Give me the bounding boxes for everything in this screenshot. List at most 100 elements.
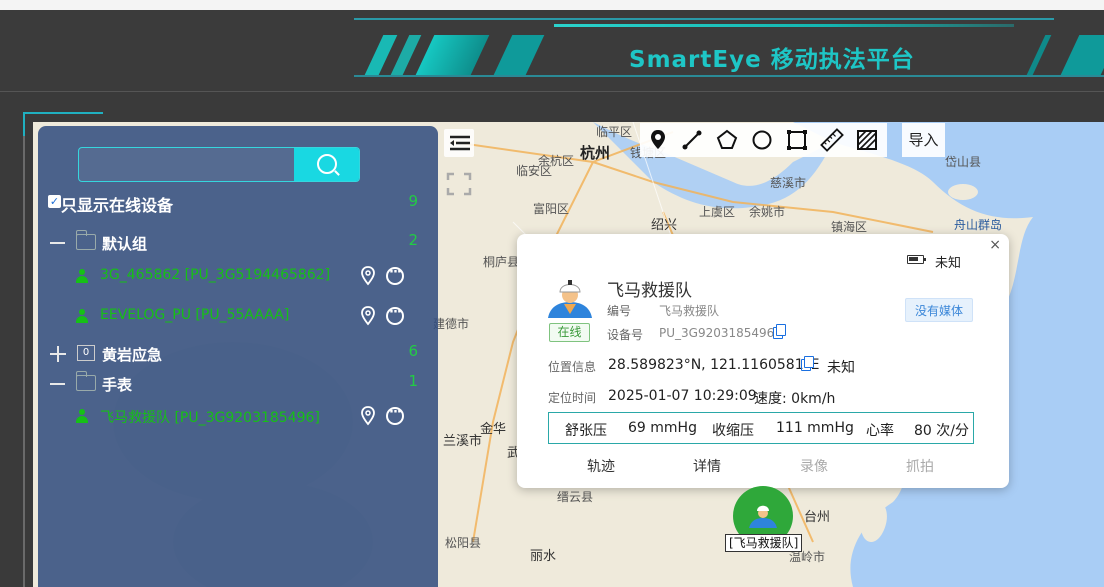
circle-icon[interactable]: [749, 127, 775, 153]
device-row[interactable]: 3G_465862 [PU_3G5194465862]: [38, 265, 438, 289]
time-label: 定位时间: [548, 391, 597, 405]
app-title: SmartEye 移动执法平台: [629, 47, 915, 73]
device-row[interactable]: 飞马救援队 [PU_3G9203185496]: [38, 405, 438, 429]
group-row[interactable]: 手表 1: [38, 371, 438, 396]
diastolic-value: 69 mmHg: [628, 420, 697, 436]
locate-pin-icon[interactable]: [359, 406, 377, 426]
person-icon: [76, 309, 88, 323]
top-strip: [0, 0, 1104, 10]
ruler-icon[interactable]: [819, 127, 845, 153]
online-count: 9: [408, 192, 418, 210]
frame-line: [23, 112, 25, 587]
map-label: 岱山县: [945, 155, 982, 169]
map-label: 丽水: [530, 549, 557, 564]
group-count: 6: [408, 342, 418, 360]
location-label: 位置信息: [548, 360, 597, 374]
marker-pin-icon[interactable]: [645, 127, 671, 153]
id-label: 编号: [607, 304, 632, 318]
rectangle-icon[interactable]: [784, 127, 810, 153]
speed-value: 速度: 0km/h: [754, 391, 836, 407]
person-icon: [76, 409, 88, 423]
device-number-label: 设备号: [607, 328, 644, 342]
fullscreen-icon: [446, 172, 472, 196]
expand-icon[interactable]: [50, 346, 66, 362]
battery-icon: [907, 255, 926, 264]
more-options-icon[interactable]: [386, 405, 404, 425]
map-label: 余杭区: [538, 154, 575, 168]
more-options-icon[interactable]: [386, 265, 404, 285]
group-row[interactable]: 0 黄岩应急 6: [38, 342, 438, 366]
group-name: 手表: [102, 376, 133, 394]
map-label: 杭州: [580, 144, 611, 162]
locate-pin-icon[interactable]: [359, 266, 377, 286]
record-button[interactable]: 录像: [800, 456, 828, 476]
collapse-icon[interactable]: [50, 383, 65, 385]
group-name: 黄岩应急: [102, 346, 163, 364]
map-label: 上虞区: [699, 205, 736, 219]
map-label: 缙云县: [557, 490, 594, 504]
systolic-label: 收缩压: [712, 423, 754, 439]
no-media-badge: 没有媒体: [905, 298, 973, 322]
polygon-icon[interactable]: [714, 127, 740, 153]
detail-button[interactable]: 详情: [693, 456, 721, 476]
map-label: 金华: [480, 422, 507, 437]
battery-status: 未知: [935, 256, 962, 271]
map-label: 余姚市: [749, 205, 786, 219]
fullscreen-button[interactable]: [444, 170, 474, 198]
draw-toolbar: [640, 123, 887, 157]
device-number-value: PU_3G9203185496: [659, 326, 775, 340]
group-count: 2: [408, 231, 418, 249]
heart-rate-value: 80 次/分: [914, 423, 969, 439]
map-label: 舟山群岛: [954, 218, 1003, 232]
area-measure-icon[interactable]: [854, 127, 880, 153]
map-label: 慈溪市: [770, 176, 807, 190]
copy-icon[interactable]: [801, 356, 814, 371]
diastolic-label: 舒张压: [565, 423, 607, 439]
device-label: EEVELOG_PU [PU_55AAAA]: [100, 307, 290, 323]
close-icon[interactable]: ×: [989, 237, 1001, 253]
device-name: 飞马救援队: [607, 281, 692, 301]
map-label: 兰溪市: [443, 434, 483, 449]
map-label: 松阳县: [445, 536, 482, 550]
heart-rate-label: 心率: [866, 423, 894, 439]
polyline-icon[interactable]: [679, 127, 705, 153]
worker-avatar-icon: [548, 280, 592, 318]
map-label: 建德市: [433, 317, 470, 331]
map-label: 富阳区: [533, 202, 570, 216]
group-row[interactable]: 默认组 2: [38, 230, 438, 255]
online-filter-row: ✓ 只显示在线设备 9: [38, 190, 438, 215]
map-label: 台州: [804, 510, 831, 525]
map-label: 镇海区: [831, 220, 868, 234]
systolic-value: 111 mmHg: [776, 420, 854, 436]
device-label: 3G_465862 [PU_3G5194465862]: [100, 267, 331, 283]
location-value: 28.589823°N, 121.1160581°E: [608, 357, 820, 373]
group-name: 默认组: [102, 235, 148, 253]
folder-icon: [76, 230, 96, 250]
device-row[interactable]: EEVELOG_PU [PU_55AAAA]: [38, 305, 438, 329]
person-icon: [76, 269, 88, 283]
collapse-icon[interactable]: [50, 242, 65, 244]
online-tag: 在线: [549, 323, 590, 342]
more-options-icon[interactable]: [386, 305, 404, 325]
location-status: 未知: [827, 360, 855, 376]
import-button[interactable]: 导入: [902, 123, 945, 157]
group-count: 1: [408, 372, 418, 390]
search-input[interactable]: [78, 147, 360, 182]
group-badge: 0: [77, 345, 95, 361]
copy-icon[interactable]: [773, 324, 786, 339]
app-header: SmartEye 移动执法平台: [0, 10, 1104, 92]
id-value: 飞马救援队: [659, 304, 720, 318]
map-label: 绍兴: [651, 218, 678, 233]
online-only-label: 只显示在线设备: [61, 196, 174, 215]
capture-button[interactable]: 抓拍: [906, 456, 934, 476]
device-panel: ✓ 只显示在线设备 9 默认组 2 3G_465862 [PU_3G519446…: [38, 126, 438, 587]
search-button[interactable]: [294, 148, 359, 181]
track-button[interactable]: 轨迹: [587, 456, 615, 476]
map-label: 桐庐县: [483, 255, 520, 269]
online-only-checkbox[interactable]: ✓: [48, 195, 61, 208]
vitals-box: 舒张压 69 mmHg 收缩压 111 mmHg 心率 80 次/分: [548, 412, 974, 444]
device-label: 飞马救援队 [PU_3G9203185496]: [100, 410, 320, 426]
locate-pin-icon[interactable]: [359, 306, 377, 326]
device-marker-label: [飞马救援队]: [725, 534, 803, 552]
map-list-toggle[interactable]: [444, 129, 474, 157]
